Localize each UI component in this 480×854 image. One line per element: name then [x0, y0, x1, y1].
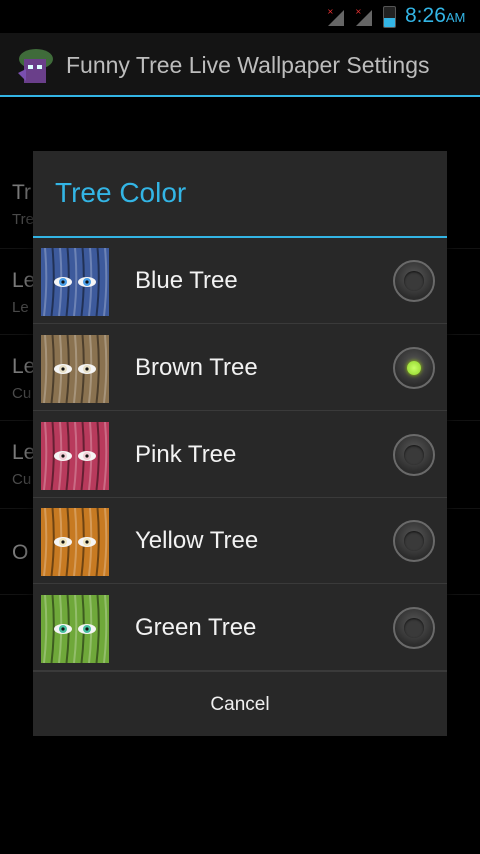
radio-button[interactable] [393, 260, 435, 302]
svg-text:×: × [327, 8, 334, 16]
signal-icon: × [327, 8, 344, 26]
tree-color-option[interactable]: Brown Tree [33, 325, 447, 411]
tree-color-option[interactable]: Green Tree [33, 585, 447, 671]
tree-color-option-label: Yellow Tree [135, 527, 259, 554]
app-icon[interactable] [14, 47, 56, 85]
status-clock: 8:26AM [405, 4, 465, 28]
radio-dot-icon [404, 271, 424, 291]
tree-thumbnail-icon [41, 248, 109, 316]
cancel-button[interactable]: Cancel [33, 672, 447, 737]
tree-thumbnail-icon [41, 422, 109, 490]
clock-time: 8:26 [405, 4, 446, 27]
status-bar: × × 8:26AM [0, 0, 480, 33]
tree-thumbnail-icon [41, 595, 109, 663]
radio-dot-icon [407, 361, 421, 375]
tree-color-option[interactable]: Pink Tree [33, 412, 447, 498]
clock-ampm: AM [445, 10, 466, 25]
radio-dot-icon [404, 618, 424, 638]
battery-icon [383, 6, 396, 28]
action-bar: Funny Tree Live Wallpaper Settings [0, 33, 480, 97]
tree-color-option[interactable]: Yellow Tree [33, 498, 447, 584]
radio-dot-icon [404, 531, 424, 551]
dialog-footer: Cancel [33, 671, 447, 736]
tree-color-option-label: Blue Tree [135, 267, 238, 294]
svg-text:×: × [355, 8, 362, 16]
tree-color-option[interactable]: Blue Tree [33, 238, 447, 324]
tree-color-option-label: Brown Tree [135, 354, 258, 381]
radio-button[interactable] [393, 520, 435, 562]
tree-thumbnail-icon [41, 335, 109, 403]
app-title: Funny Tree Live Wallpaper Settings [66, 52, 430, 78]
tree-color-dialog: Tree Color Blue Tree Brown Tree Pink Tree Y… [33, 151, 447, 736]
tree-color-option-label: Pink Tree [135, 441, 237, 468]
radio-dot-icon [404, 445, 424, 465]
tree-thumbnail-icon [41, 508, 109, 576]
radio-button[interactable] [393, 434, 435, 476]
dialog-title: Tree Color [55, 177, 187, 208]
radio-button[interactable] [393, 607, 435, 649]
tree-color-option-label: Green Tree [135, 614, 257, 641]
signal-icon: × [355, 8, 372, 26]
radio-button[interactable] [393, 347, 435, 389]
